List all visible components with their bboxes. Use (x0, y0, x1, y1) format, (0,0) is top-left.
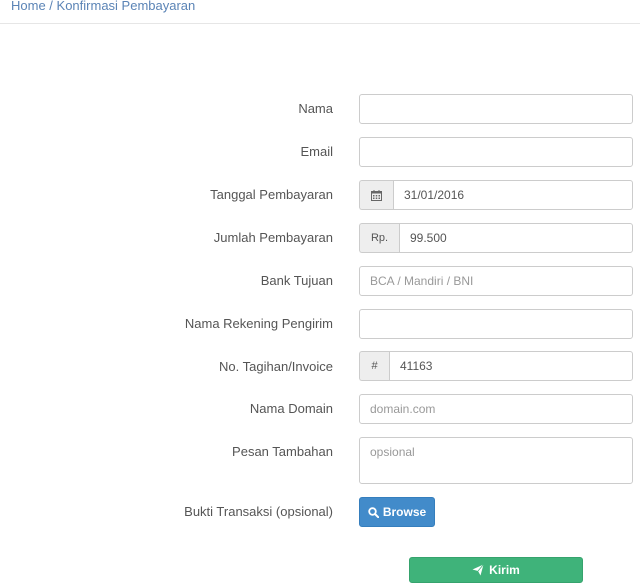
nama-field[interactable] (359, 94, 633, 124)
currency-addon: Rp. (359, 223, 399, 253)
pesan-textarea[interactable] (359, 437, 633, 484)
tanggal-field[interactable] (393, 180, 633, 210)
email-field[interactable] (359, 137, 633, 167)
invoice-field[interactable] (389, 351, 633, 381)
browse-button-label: Browse (382, 505, 427, 519)
invoice-label: No. Tagihan/Invoice (219, 359, 333, 374)
tanggal-label: Tanggal Pembayaran (210, 187, 333, 202)
email-label: Email (300, 144, 333, 159)
calendar-addon[interactable] (359, 180, 393, 210)
domain-label: Nama Domain (249, 401, 333, 416)
bank-label: Bank Tujuan (260, 273, 333, 288)
breadcrumb-current: Konfirmasi Pembayaran (56, 0, 196, 13)
rekening-field[interactable] (359, 309, 633, 339)
breadcrumb: Home / Konfirmasi Pembayaran (0, 0, 640, 24)
browse-button[interactable]: Browse (359, 497, 435, 527)
jumlah-field[interactable] (399, 223, 633, 253)
bank-field[interactable] (359, 266, 633, 296)
breadcrumb-separator: / (45, 0, 57, 13)
rekening-label: Nama Rekening Pengirim (184, 316, 333, 331)
submit-button[interactable]: Kirim (409, 557, 583, 583)
jumlah-label: Jumlah Pembayaran (213, 230, 333, 245)
nama-label: Nama (298, 101, 333, 116)
bukti-label: Bukti Transaksi (opsional) (184, 504, 333, 519)
breadcrumb-home-link[interactable]: Home (11, 0, 46, 13)
calendar-icon (371, 189, 382, 201)
search-icon (368, 506, 379, 518)
submit-button-label: Kirim (489, 563, 520, 577)
invoice-prefix-addon: # (359, 351, 389, 381)
paper-plane-icon (472, 564, 484, 576)
pesan-label: Pesan Tambahan (232, 444, 333, 459)
domain-field[interactable] (359, 394, 633, 424)
breadcrumb-trail: Home / Konfirmasi Pembayaran (11, 0, 195, 13)
